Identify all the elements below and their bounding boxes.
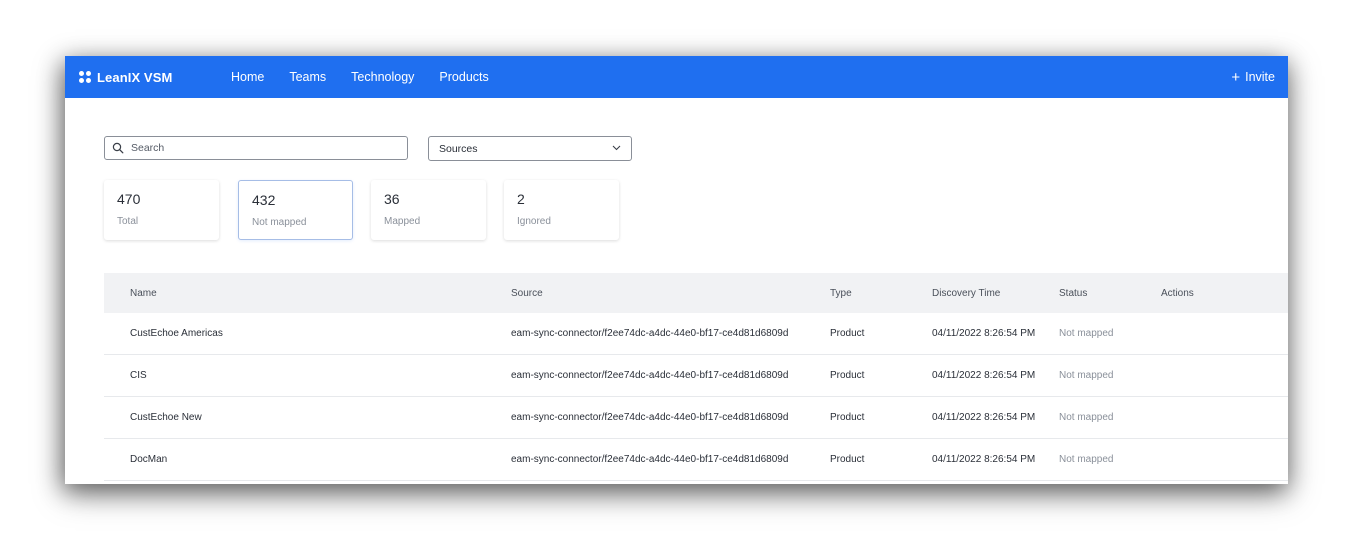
nav-item-home[interactable]: Home (231, 70, 264, 84)
chevron-down-icon (612, 145, 621, 151)
row-status: Not mapped (1059, 412, 1114, 423)
row-discovery-time: 04/11/2022 8:26:54 PM (932, 454, 1036, 465)
search-icon (112, 142, 124, 154)
search-input[interactable] (129, 141, 393, 155)
row-name: CIS (130, 370, 147, 381)
stat-value: 2 (517, 191, 525, 207)
stat-value: 36 (384, 191, 400, 207)
sources-dropdown-label: Sources (439, 142, 478, 155)
row-type: Product (830, 412, 865, 423)
stat-label: Mapped (384, 216, 421, 227)
brand-name: LeanIX VSM (97, 69, 173, 85)
row-type: Product (830, 370, 865, 381)
row-name: CustEchoe Americas (130, 328, 223, 339)
row-source: eam-sync-connector/f2ee74dc-a4dc-44e0-bf… (511, 412, 789, 423)
stat-label: Not mapped (252, 217, 307, 228)
discovery-table: Name Source Type Discovery Time Status A… (104, 273, 1288, 481)
column-header-name[interactable]: Name (130, 273, 157, 313)
leanix-logo-icon (79, 70, 92, 84)
row-status: Not mapped (1059, 328, 1114, 339)
row-source: eam-sync-connector/f2ee74dc-a4dc-44e0-bf… (511, 328, 789, 339)
row-discovery-time: 04/11/2022 8:26:54 PM (932, 370, 1036, 381)
stat-value: 432 (252, 192, 276, 208)
stat-value: 470 (117, 191, 141, 207)
row-status: Not mapped (1059, 454, 1114, 465)
top-navigation-bar: LeanIX VSM Home Teams Technology Product… (65, 56, 1288, 98)
table-row[interactable]: DocMan eam-sync-connector/f2ee74dc-a4dc-… (104, 439, 1288, 481)
brand[interactable]: LeanIX VSM (79, 68, 172, 86)
stat-card-not-mapped[interactable]: 432 Not mapped (238, 180, 353, 240)
column-header-source[interactable]: Source (511, 273, 543, 313)
row-discovery-time: 04/11/2022 8:26:54 PM (932, 328, 1036, 339)
column-header-status[interactable]: Status (1059, 273, 1087, 313)
sources-dropdown[interactable]: Sources (428, 136, 632, 161)
row-name: CustEchoe New (130, 412, 202, 423)
stat-card-mapped[interactable]: 36 Mapped (371, 180, 486, 240)
row-discovery-time: 04/11/2022 8:26:54 PM (932, 412, 1036, 423)
main-nav: Home Teams Technology Products (231, 56, 514, 98)
invite-label: Invite (1245, 70, 1275, 84)
row-source: eam-sync-connector/f2ee74dc-a4dc-44e0-bf… (511, 370, 789, 381)
row-source: eam-sync-connector/f2ee74dc-a4dc-44e0-bf… (511, 454, 789, 465)
row-type: Product (830, 454, 865, 465)
row-name: DocMan (130, 454, 168, 465)
app-window: LeanIX VSM Home Teams Technology Product… (65, 56, 1288, 484)
nav-item-technology[interactable]: Technology (351, 70, 414, 84)
stat-label: Ignored (517, 216, 551, 227)
plus-icon: + (1231, 68, 1241, 86)
nav-item-products[interactable]: Products (439, 70, 488, 84)
table-row[interactable]: CustEchoe New eam-sync-connector/f2ee74d… (104, 397, 1288, 439)
stat-card-ignored[interactable]: 2 Ignored (504, 180, 619, 240)
screenshot-stage: LeanIX VSM Home Teams Technology Product… (0, 0, 1352, 540)
search-box[interactable] (104, 136, 408, 160)
row-type: Product (830, 328, 865, 339)
invite-button[interactable]: + Invite (1231, 56, 1275, 98)
nav-item-teams[interactable]: Teams (289, 70, 326, 84)
table-row[interactable]: CustEchoe Americas eam-sync-connector/f2… (104, 313, 1288, 355)
column-header-discovery-time[interactable]: Discovery Time (932, 273, 1000, 313)
stat-card-total[interactable]: 470 Total (104, 180, 219, 240)
column-header-type[interactable]: Type (830, 273, 852, 313)
stat-label: Total (117, 216, 139, 227)
table-header: Name Source Type Discovery Time Status A… (104, 273, 1288, 313)
row-status: Not mapped (1059, 370, 1114, 381)
table-row[interactable]: CIS eam-sync-connector/f2ee74dc-a4dc-44e… (104, 355, 1288, 397)
column-header-actions: Actions (1161, 287, 1194, 299)
